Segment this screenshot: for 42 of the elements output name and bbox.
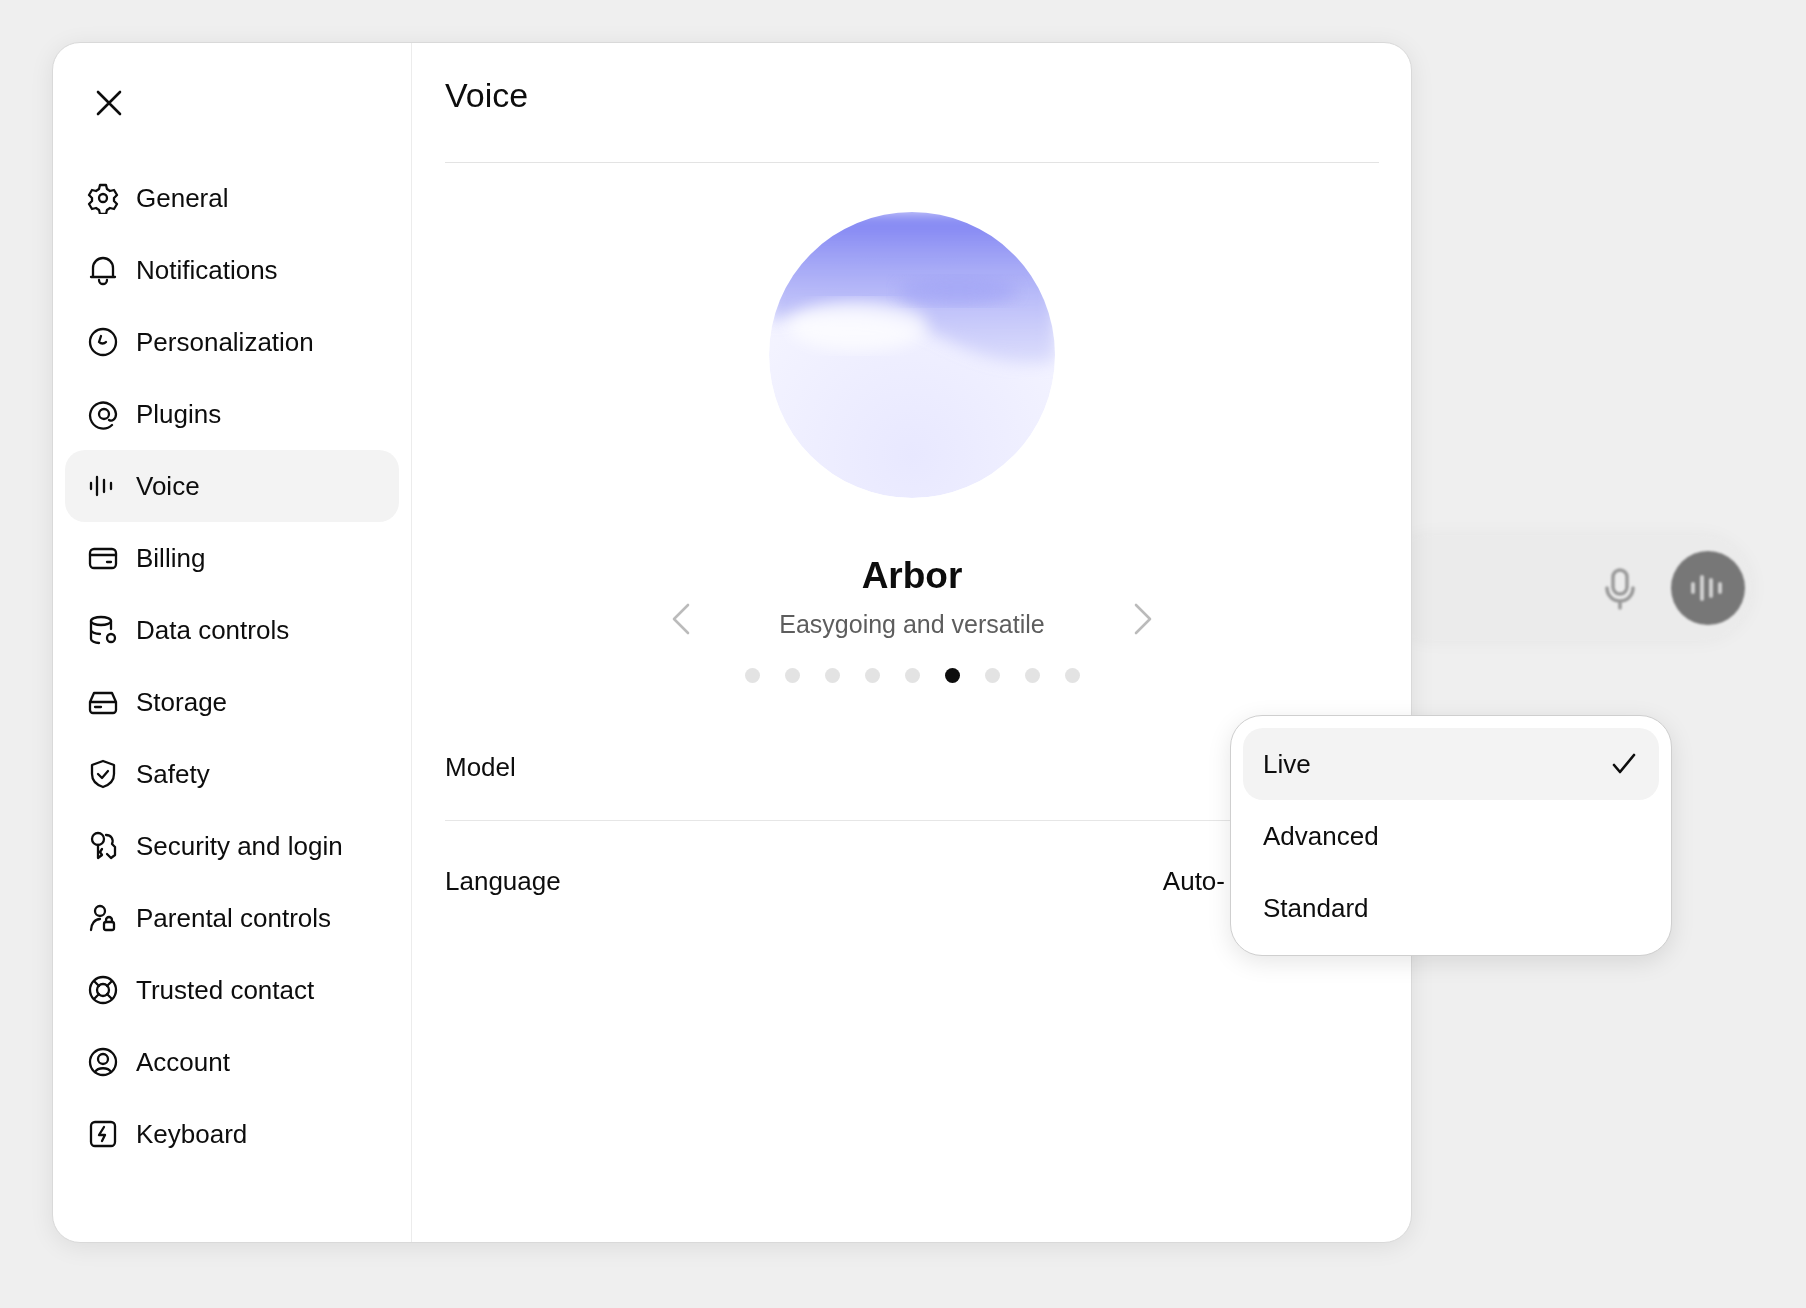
page-dot[interactable]: [824, 668, 840, 683]
menu-option[interactable]: Live: [1243, 728, 1659, 800]
voice-name: Arbor: [861, 555, 963, 596]
user-circle-icon: [87, 1046, 119, 1078]
sidebar-item[interactable]: Trusted contact: [65, 954, 399, 1026]
page-dot[interactable]: [1024, 668, 1040, 683]
menu-option[interactable]: Advanced: [1243, 800, 1659, 872]
menu-option[interactable]: Standard: [1243, 872, 1659, 944]
sidebar-item[interactable]: Storage: [65, 666, 399, 738]
next-arrow[interactable]: [1132, 602, 1153, 636]
setting-value[interactable]: Auto-: [1162, 861, 1225, 901]
sidebar-item[interactable]: Voice: [65, 450, 399, 522]
page-dot[interactable]: [784, 668, 800, 683]
sidebar-item[interactable]: Personalization: [65, 306, 399, 378]
bolt-key-icon: [87, 1118, 119, 1150]
at-sign-icon: [87, 398, 119, 430]
microphone-icon[interactable]: [1604, 568, 1636, 610]
bell-icon: [87, 254, 119, 286]
previous-arrow[interactable]: [671, 602, 692, 636]
sidebar-item[interactable]: Plugins: [65, 378, 399, 450]
lifebuoy-icon: [87, 974, 119, 1006]
sidebar-item[interactable]: Account: [65, 1026, 399, 1098]
page-dot[interactable]: [864, 668, 880, 683]
setting-label: Language: [445, 864, 561, 898]
sidebar-item[interactable]: Safety: [65, 738, 399, 810]
sidebar-item[interactable]: Data controls: [65, 594, 399, 666]
sidebar-item[interactable]: Security and login: [65, 810, 399, 882]
sidebar-item[interactable]: Keyboard: [65, 1098, 399, 1170]
page-title: Voice: [445, 76, 529, 114]
page-dot[interactable]: [944, 668, 960, 683]
gear-icon: [87, 182, 119, 214]
voice-description: Easygoing and versatile: [779, 609, 1045, 640]
sidebar-item[interactable]: General: [65, 162, 399, 234]
page-dot[interactable]: [744, 668, 760, 683]
sidebar-item[interactable]: Billing: [65, 522, 399, 594]
database-gear-icon: [87, 614, 119, 646]
sidebar-item[interactable]: Notifications: [65, 234, 399, 306]
page-dot[interactable]: [984, 668, 1000, 683]
page-dot[interactable]: [1064, 668, 1080, 683]
page-dot[interactable]: [904, 668, 920, 683]
setting-label: Model: [445, 751, 516, 784]
sidebar-item[interactable]: Parental controls: [65, 882, 399, 954]
